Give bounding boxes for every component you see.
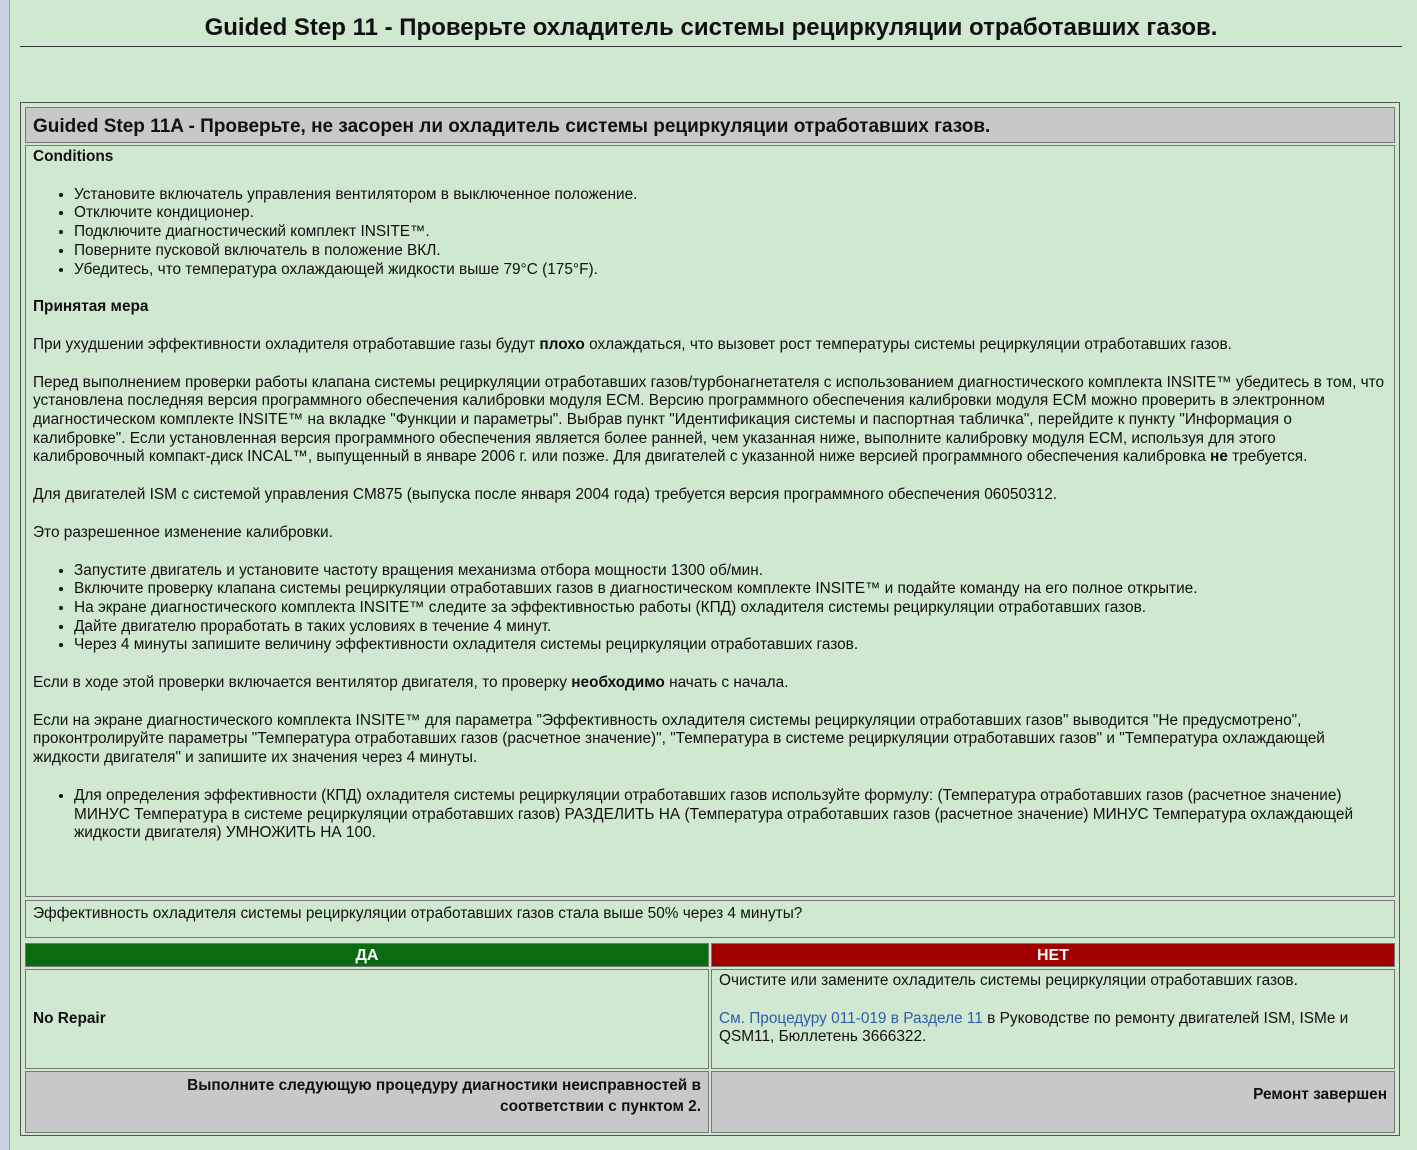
list-item: Дайте двигателю проработать в таких усло…: [74, 618, 1388, 637]
action-label: Принятая мера: [33, 298, 149, 316]
list-item: Убедитесь, что температура охлаждающей ж…: [74, 261, 1388, 280]
guided-step-table: Guided Step 11A - Проверьте, не засорен …: [20, 102, 1400, 1136]
yes-result-text: No Repair: [33, 1010, 106, 1027]
paragraph-fan-restart: Если в ходе этой проверки включается вен…: [33, 674, 789, 692]
substep-title: Guided Step 11A - Проверьте, не засорен …: [25, 107, 1395, 143]
page-title: Guided Step 11 - Проверьте охладитель си…: [20, 14, 1402, 47]
no-header: НЕТ: [711, 943, 1395, 967]
list-item: Поверните пусковой включатель в положени…: [74, 242, 1388, 261]
yes-next-step[interactable]: Выполните следующую процедуру диагностик…: [25, 1071, 709, 1133]
paragraph-calibration-check: Перед выполнением проверки работы клапан…: [33, 373, 1385, 466]
list-item: Включите проверку клапана системы рецирк…: [74, 580, 1388, 599]
question-text: Эффективность охладителя системы рецирку…: [25, 900, 1395, 938]
no-result-instruction: Очистите или замените охладитель системы…: [719, 972, 1298, 989]
no-next-step[interactable]: Ремонт завершен: [711, 1071, 1395, 1133]
paragraph-not-supported: Если на экране диагностического комплект…: [33, 711, 1325, 767]
conditions-label: Conditions: [33, 148, 114, 165]
list-item: Запустите двигатель и установите частоту…: [74, 562, 1388, 581]
paragraph-calibration-change: Это разрешенное изменение калибровки.: [33, 523, 333, 541]
step-content: Conditions Установите включатель управле…: [25, 145, 1395, 897]
list-item: Подключите диагностический комплект INSI…: [74, 223, 1388, 242]
yes-result: No Repair: [25, 969, 709, 1069]
list-item: Отключите кондиционер.: [74, 204, 1388, 223]
paragraph-software-version: Для двигателей ISM с системой управления…: [33, 486, 1057, 504]
test-steps-list: Запустите двигатель и установите частоту…: [33, 562, 1388, 656]
list-item: Для определения эффективности (КПД) охла…: [74, 787, 1388, 843]
list-item: Установите включатель управления вентиля…: [74, 186, 1388, 205]
left-frame-border: [0, 0, 10, 1150]
procedure-link[interactable]: См. Процедуру 011-019 в Разделе 11: [719, 1010, 983, 1027]
list-item: На экране диагностического комплекта INS…: [74, 599, 1388, 618]
yes-header: ДА: [25, 943, 709, 967]
conditions-list: Установите включатель управления вентиля…: [33, 186, 1388, 280]
list-item: Через 4 минуты запишите величину эффекти…: [74, 636, 1388, 655]
paragraph-cooler-efficiency: При ухудшении эффективности охладителя о…: [33, 335, 1232, 353]
formula-list: Для определения эффективности (КПД) охла…: [33, 787, 1388, 843]
no-result: Очистите или замените охладитель системы…: [711, 969, 1395, 1069]
no-result-reference: См. Процедуру 011-019 в Разделе 11 в Рук…: [719, 1009, 1349, 1046]
